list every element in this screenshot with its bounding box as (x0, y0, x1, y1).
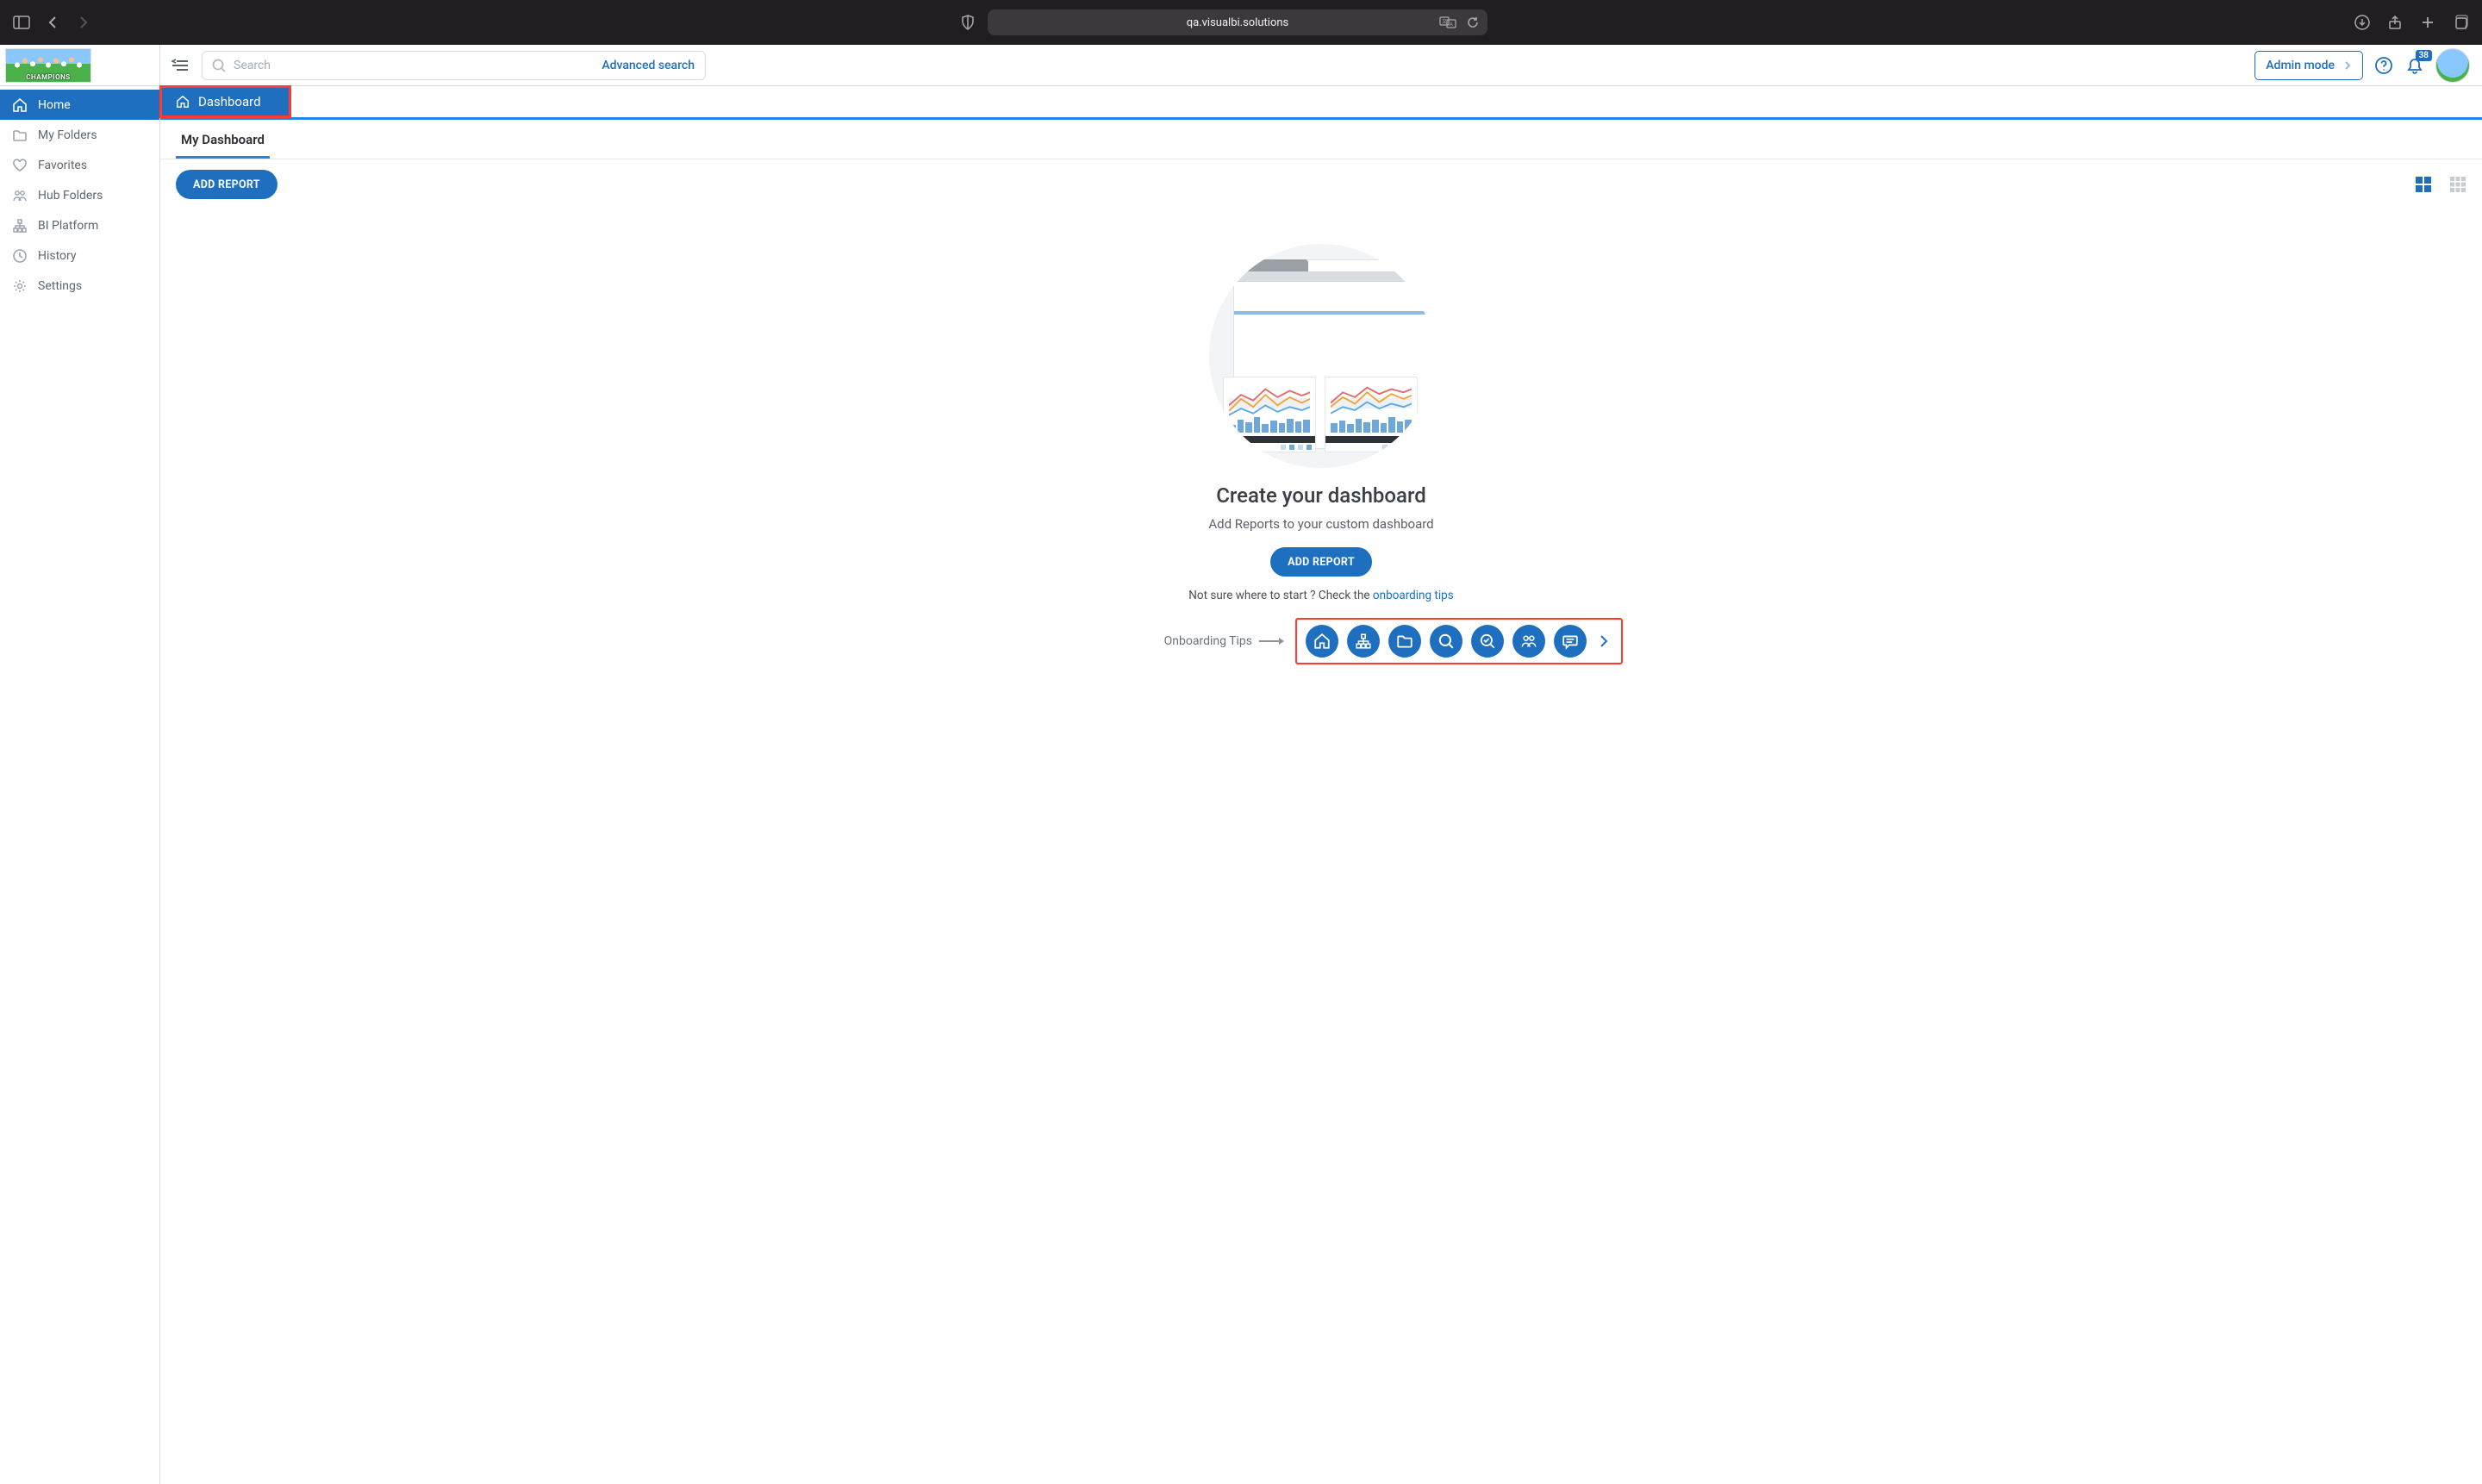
hint-prefix: Not sure where to start ? Check the (1188, 589, 1373, 602)
sidebar-item-label: Favorites (38, 159, 87, 172)
empty-illustration (1209, 244, 1433, 468)
sidebar-item-home[interactable]: Home (0, 90, 159, 120)
add-report-button-center[interactable]: ADD REPORT (1270, 547, 1372, 577)
sidebar-item-label: BI Platform (38, 219, 98, 233)
onboarding-sitemap-button[interactable] (1347, 625, 1380, 658)
download-icon[interactable] (2353, 13, 2372, 32)
search-icon (211, 58, 227, 73)
admin-mode-button[interactable]: Admin mode (2254, 51, 2363, 80)
sidebar-item-settings[interactable]: Settings (0, 271, 159, 301)
shield-icon[interactable] (958, 13, 977, 32)
svg-text:文: 文 (1442, 18, 1447, 25)
nav-forward-icon[interactable] (74, 13, 93, 32)
clock-icon (12, 248, 28, 264)
reload-icon[interactable] (1467, 16, 1479, 28)
sidebar-item-hub-folders[interactable]: Hub Folders (0, 180, 159, 210)
browser-chrome: qa.visualbi.solutions 文A (0, 0, 2482, 45)
help-button[interactable] (2373, 55, 2394, 76)
onboarding-tips-link[interactable]: onboarding tips (1373, 589, 1454, 602)
folder-icon (12, 128, 28, 143)
sidebar-item-label: Home (38, 98, 71, 112)
onboarding-search-button[interactable] (1430, 625, 1462, 658)
advanced-search-link[interactable]: Advanced search (602, 59, 695, 72)
onboarding-search-check-button[interactable] (1471, 625, 1504, 658)
onboarding-label-text: Onboarding Tips (1164, 634, 1252, 648)
address-text: qa.visualbi.solutions (1187, 16, 1289, 29)
onboarding-tips-label: Onboarding Tips (1164, 634, 1283, 648)
logo[interactable] (0, 45, 159, 86)
share-icon[interactable] (2385, 13, 2404, 32)
tab-label: My Dashboard (181, 132, 265, 147)
collapse-sidebar-button[interactable] (169, 54, 191, 77)
tabs-icon[interactable] (2451, 13, 2470, 32)
empty-hint: Not sure where to start ? Check the onbo… (1188, 589, 1453, 602)
svg-text:A: A (1450, 22, 1453, 28)
sidebar-toggle-icon[interactable] (12, 13, 31, 32)
topbar: Advanced search Admin mode 38 (160, 45, 2482, 86)
empty-title: Create your dashboard (1216, 483, 1426, 508)
breadcrumb-dashboard[interactable]: Dashboard (160, 86, 290, 117)
sidebar-item-label: History (38, 249, 77, 263)
dashboard-empty-state: Create your dashboard Add Reports to you… (160, 209, 2482, 1484)
sidebar-item-history[interactable]: History (0, 240, 159, 271)
view-large-grid-icon[interactable] (2415, 176, 2432, 193)
search-field[interactable]: Advanced search (202, 51, 706, 80)
heart-icon (12, 158, 28, 173)
onboarding-buttons-box (1295, 618, 1623, 664)
onboarding-folder-button[interactable] (1388, 625, 1421, 658)
onboarding-people-button[interactable] (1512, 625, 1545, 658)
home-icon (12, 97, 28, 113)
arrow-icon (1259, 640, 1283, 642)
sidebar-item-label: Hub Folders (38, 189, 103, 203)
sitemap-icon (12, 218, 28, 234)
breadcrumb-row: Dashboard (160, 86, 2482, 120)
home-icon (176, 95, 190, 109)
app-sidebar: Home My Folders Favorites Hub Folders BI… (0, 45, 160, 1484)
view-small-grid-icon[interactable] (2449, 176, 2466, 193)
address-bar[interactable]: qa.visualbi.solutions 文A (988, 9, 1487, 35)
dashboard-toolbar: ADD REPORT (160, 159, 2482, 209)
subtabs: My Dashboard (160, 120, 2482, 159)
empty-subtitle: Add Reports to your custom dashboard (1208, 516, 1433, 532)
sidebar-item-my-folders[interactable]: My Folders (0, 120, 159, 150)
sidebar-item-label: My Folders (38, 128, 97, 142)
tab-my-dashboard[interactable]: My Dashboard (176, 120, 270, 159)
notification-badge: 38 (2416, 50, 2432, 61)
sidebar-item-label: Settings (38, 279, 82, 293)
new-tab-icon[interactable] (2418, 13, 2437, 32)
nav-back-icon[interactable] (43, 13, 62, 32)
onboarding-home-button[interactable] (1306, 625, 1338, 658)
sidebar-item-bi-platform[interactable]: BI Platform (0, 210, 159, 240)
add-report-button[interactable]: ADD REPORT (176, 170, 278, 199)
breadcrumb-label: Dashboard (198, 94, 261, 109)
people-icon (12, 188, 28, 203)
notifications-button[interactable]: 38 (2404, 55, 2425, 76)
admin-mode-label: Admin mode (2266, 59, 2335, 72)
onboarding-chat-button[interactable] (1554, 625, 1587, 658)
sidebar-item-favorites[interactable]: Favorites (0, 150, 159, 180)
user-avatar[interactable] (2435, 48, 2470, 83)
translate-icon[interactable]: 文A (1439, 16, 1456, 28)
gear-icon (12, 278, 28, 294)
onboarding-next-button[interactable] (1595, 633, 1612, 650)
